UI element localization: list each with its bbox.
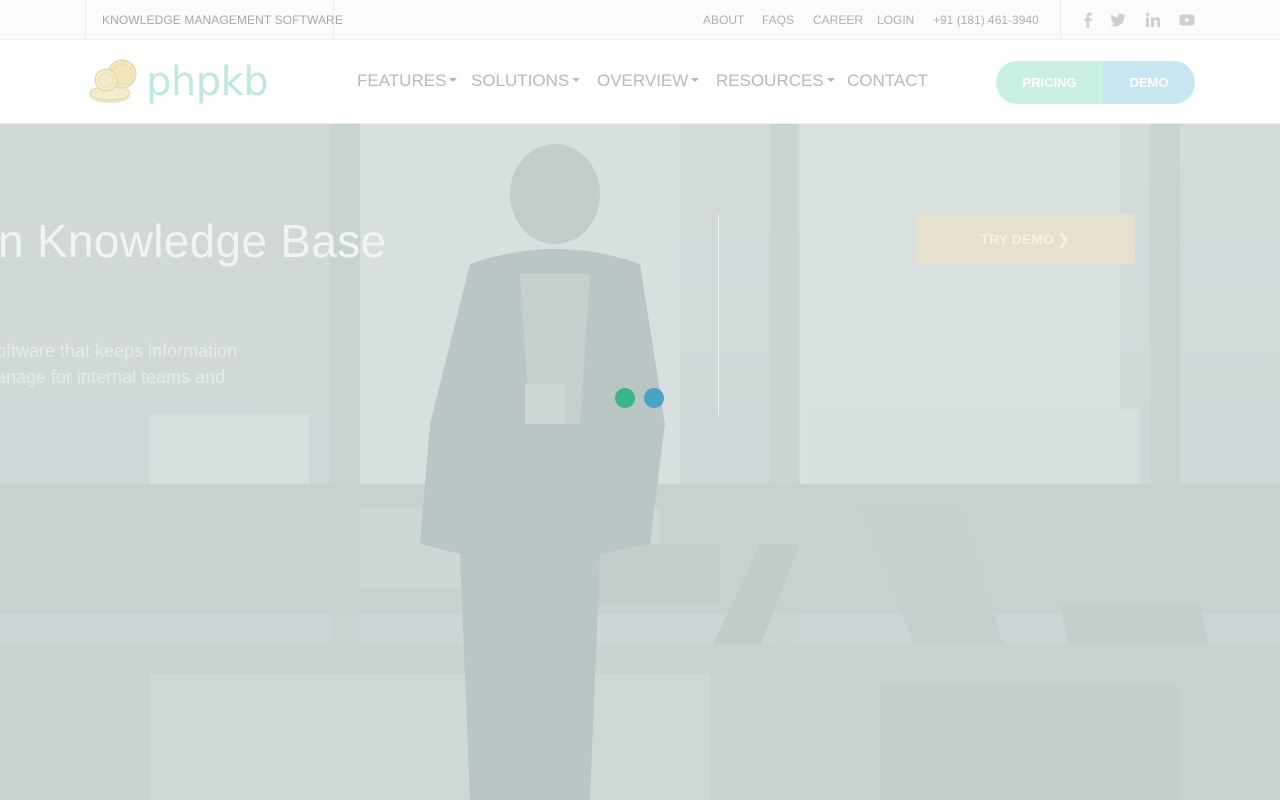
nav-features-label: FEATURES — [357, 71, 447, 90]
site-logo[interactable]: phpkb — [88, 58, 278, 108]
nav-contact-label: CONTACT — [847, 71, 928, 90]
top-link-career[interactable]: CAREER — [813, 13, 863, 27]
nav-solutions-label: SOLUTIONS — [471, 71, 570, 90]
nav-features[interactable]: FEATURES — [357, 71, 458, 91]
top-phone-link[interactable]: +91 (181) 461-3940 — [933, 13, 1039, 27]
coins-logo-icon — [89, 59, 137, 103]
caret-down-icon — [572, 77, 581, 82]
hero-description-line: oftware that keeps information — [0, 341, 238, 361]
nav-solutions[interactable]: SOLUTIONS — [471, 71, 581, 91]
loader-dot-blue — [644, 388, 664, 408]
demo-button[interactable]: DEMO — [1103, 61, 1195, 104]
hero-section: n Knowledge Base oftware that keeps info… — [0, 124, 1280, 800]
top-link-login[interactable]: LOGIN — [877, 13, 914, 27]
cta-pill: PRICING DEMO — [996, 61, 1195, 104]
nav-contact[interactable]: CONTACT — [847, 71, 928, 91]
top-links: ABOUT FAQS CAREER LOGIN +91 (181) 461-39… — [0, 13, 1060, 29]
pricing-button[interactable]: PRICING — [996, 61, 1103, 104]
hero-title: n Knowledge Base — [0, 215, 387, 267]
try-demo-button[interactable]: TRY DEMO ❯ — [915, 214, 1135, 264]
twitter-icon[interactable] — [1110, 12, 1126, 28]
hero-description: oftware that keeps information anage for… — [0, 338, 296, 390]
youtube-icon[interactable] — [1179, 12, 1195, 28]
nav-overview-label: OVERVIEW — [597, 71, 689, 90]
facebook-icon[interactable] — [1080, 12, 1096, 28]
top-link-faqs[interactable]: FAQS — [762, 13, 794, 27]
caret-down-icon — [826, 77, 835, 82]
caret-down-icon — [691, 77, 700, 82]
loading-indicator — [615, 388, 675, 408]
caret-down-icon — [449, 77, 458, 82]
hero-description-line: anage for internal teams and — [0, 367, 226, 387]
top-bar-separator — [1060, 0, 1061, 40]
nav-overview[interactable]: OVERVIEW — [597, 71, 700, 91]
hero-divider — [718, 214, 719, 415]
main-header: phpkb FEATURES SOLUTIONS OVERVIEW RESOUR… — [0, 40, 1280, 124]
loader-dot-green — [615, 388, 635, 408]
top-link-about[interactable]: ABOUT — [703, 13, 744, 27]
logo-wordmark: phpkb — [146, 59, 269, 105]
top-bar: KNOWLEDGE MANAGEMENT SOFTWARE ABOUT FAQS… — [0, 0, 1280, 40]
nav-resources-label: RESOURCES — [716, 71, 824, 90]
nav-resources[interactable]: RESOURCES — [716, 71, 835, 91]
linkedin-icon[interactable] — [1145, 12, 1161, 28]
